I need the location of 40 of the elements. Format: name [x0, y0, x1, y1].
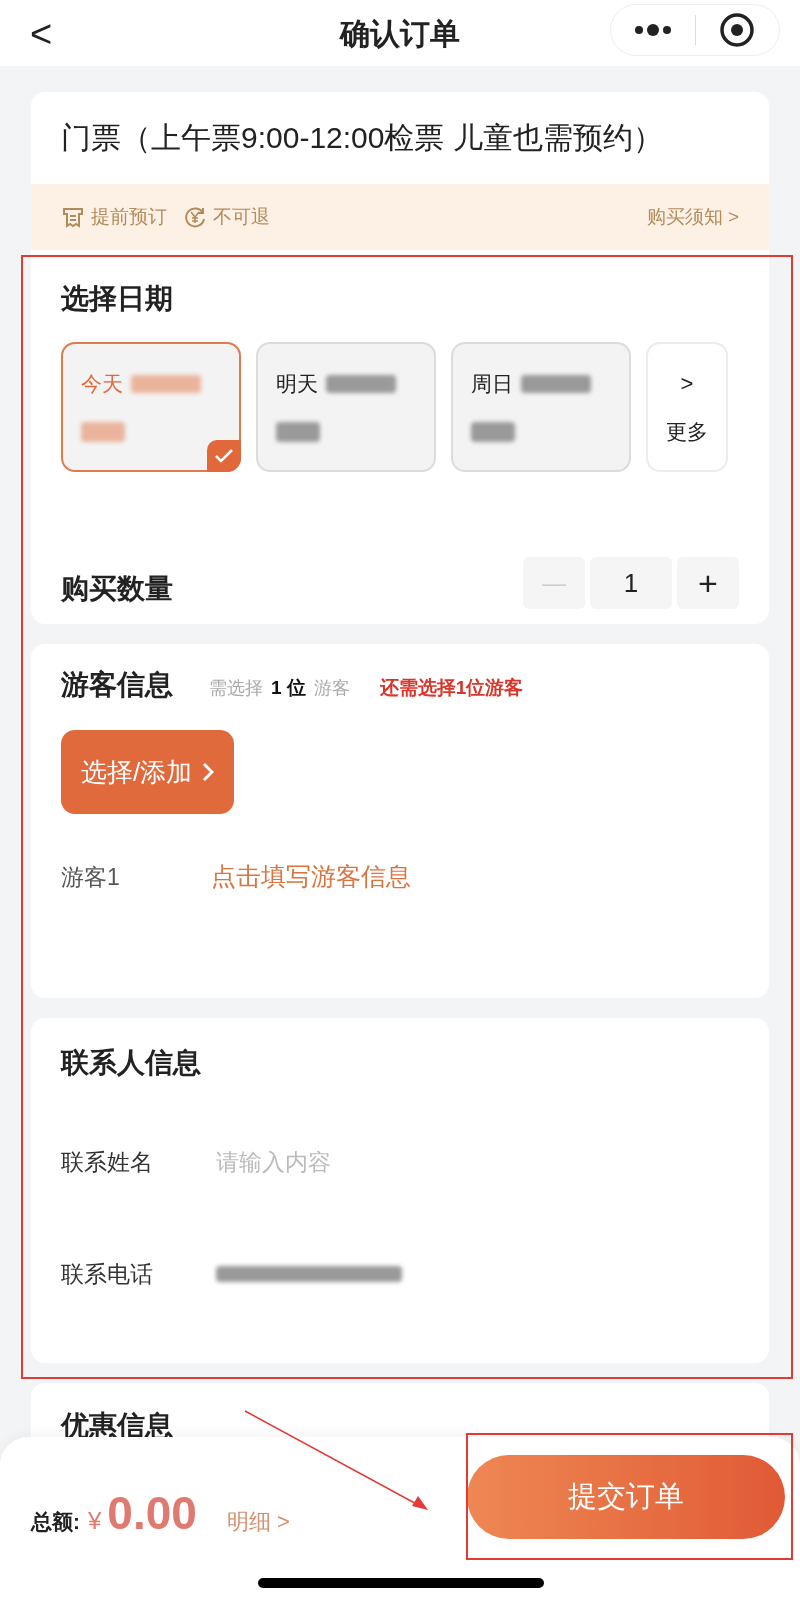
date-option[interactable]: 明天: [256, 342, 436, 472]
page-title: 确认订单: [340, 15, 460, 52]
yen-circle-icon: [183, 205, 207, 229]
detail-link[interactable]: 明细 >: [226, 1505, 290, 1538]
back-button[interactable]: <: [30, 6, 53, 63]
fill-visitor-link[interactable]: 点击填写游客信息: [211, 858, 411, 896]
tag-label: 不可退: [213, 204, 270, 229]
input-field[interactable]: 请输入内容: [216, 1144, 516, 1180]
ticket-title: 门票（上午票9:00-12:00检票 儿童也需预约）: [60, 120, 664, 156]
currency-symbol: ¥: [88, 1506, 102, 1536]
total-amount: 0.00: [107, 1486, 197, 1541]
quantity-value: 1: [590, 557, 672, 609]
hint-text: 游客: [313, 677, 350, 700]
total-label: 总额:: [31, 1509, 80, 1535]
field-label: 联系电话: [61, 1259, 154, 1289]
check-icon: [207, 440, 241, 472]
field-label: 联系姓名: [61, 1147, 154, 1177]
tag-label: 提前预订: [91, 204, 167, 229]
receipt-icon: [61, 205, 85, 229]
section-title: 选择日期: [61, 282, 174, 316]
submit-order-button[interactable]: 提交订单: [467, 1455, 785, 1539]
required-count: 1 位: [271, 676, 306, 700]
date-option[interactable]: 今天: [61, 342, 241, 472]
section-title: 游客信息: [61, 668, 173, 702]
purchase-notice-link[interactable]: 购买须知 >: [646, 202, 739, 232]
date-label: 今天: [81, 371, 123, 397]
section-title: 联系人信息: [61, 1046, 202, 1080]
more-label: 更多: [666, 418, 708, 445]
warning-text: 还需选择1位游客: [379, 676, 524, 700]
add-visitor-button[interactable]: 选择/添加: [61, 730, 235, 814]
chevron-icon: [202, 762, 215, 782]
visitor-label: 游客1: [61, 862, 121, 892]
hint-text: 需选择: [209, 677, 263, 700]
date-label: 明天: [276, 371, 318, 397]
more-dates-button[interactable]: > 更多: [646, 342, 728, 472]
increase-button[interactable]: +: [677, 557, 739, 609]
date-label: 周日: [471, 371, 513, 397]
quantity-label: 购买数量: [61, 572, 173, 606]
date-option[interactable]: 周日: [451, 342, 631, 472]
chevron-icon: >: [680, 366, 694, 400]
